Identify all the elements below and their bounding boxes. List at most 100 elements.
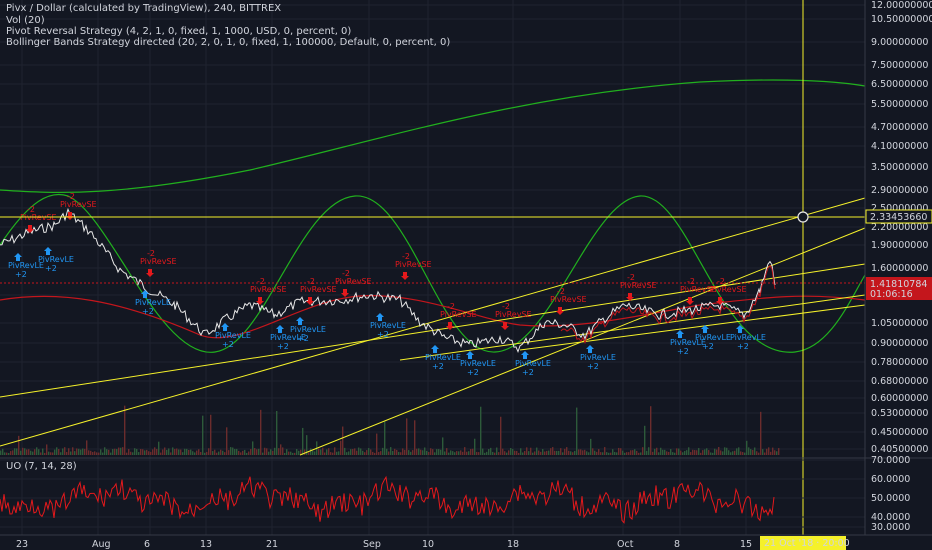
volume-bar	[542, 449, 544, 455]
volume-bar	[756, 451, 758, 455]
volume-bar	[322, 447, 324, 455]
volume-bar	[530, 447, 532, 455]
volume-bar	[158, 441, 160, 455]
volume-bar	[26, 449, 28, 455]
volume-bar	[64, 447, 66, 455]
volume-bar	[596, 451, 598, 455]
volume-bar	[712, 452, 714, 455]
volume-bar	[548, 450, 550, 455]
long-signal-label: PivRevLE	[38, 255, 74, 264]
volume-bar	[182, 452, 184, 455]
volume-bar	[164, 447, 166, 455]
volume-bar	[38, 449, 40, 455]
line-handle[interactable]	[797, 211, 809, 223]
osc-axis[interactable]: 70.000060.000050.000040.000030.0000	[871, 455, 910, 533]
volume-bar	[482, 448, 484, 455]
volume-bar	[198, 449, 200, 455]
volume-bar	[566, 447, 568, 455]
long-signal-label: PivRevLE	[290, 325, 326, 334]
volume-bar	[586, 451, 588, 455]
volume-bar	[748, 447, 750, 455]
volume-bar	[454, 452, 456, 455]
volume-bar	[312, 450, 314, 455]
price-axis[interactable]: 12.00000000 10.50000000 9.00000000 7.500000…	[871, 0, 932, 455]
chart-canvas[interactable]: PivRevLE+2PivRevLE+2PivRevLE+2PivRevLE+2…	[0, 0, 932, 550]
volume-bar	[138, 452, 140, 455]
volume-bar	[680, 450, 682, 455]
volume-bar	[126, 452, 128, 455]
long-signal-label: PivRevLE	[695, 333, 731, 342]
volume-bar	[12, 450, 14, 455]
long-signal-arrow	[676, 330, 684, 338]
long-signal-label: PivRevLE	[215, 331, 251, 340]
volume-bar	[330, 452, 332, 455]
price-tick: 0.45000000	[871, 427, 928, 438]
short-signal-label: PivRevSE	[60, 200, 97, 209]
bb-wave	[0, 193, 866, 353]
long-signal-value: +2	[467, 368, 479, 377]
volume-bar	[112, 449, 114, 455]
volume-bar	[770, 451, 772, 455]
pivot-strategy-legend[interactable]: Pivot Reversal Strategy (4, 2, 1, 0, fix…	[6, 26, 351, 37]
volume-bar	[698, 448, 700, 455]
volume-bar	[582, 450, 584, 455]
volume-bar	[324, 452, 326, 455]
price-tick: 4.10000000	[871, 141, 928, 152]
short-signal-value: -2	[402, 252, 410, 261]
price-tick: 2.20000000	[871, 222, 928, 233]
volume-bar	[508, 450, 510, 455]
volume-bar	[658, 452, 660, 455]
uo-legend[interactable]: UO (7, 14, 28)	[6, 461, 77, 472]
volume-bar	[462, 451, 464, 455]
short-signal-label: PivRevSE	[250, 285, 287, 294]
volume-bar	[766, 448, 768, 455]
volume-bar	[774, 450, 776, 455]
time-axis[interactable]: 23 Aug 6 13 21 Sep 10 18 Oct 8 15	[16, 539, 752, 550]
volume-bar	[350, 449, 352, 455]
volume-bar	[734, 450, 736, 455]
volume-bar	[536, 447, 538, 455]
volume-bar	[616, 452, 618, 455]
volume-bar	[266, 448, 268, 455]
volume-bar	[192, 451, 194, 455]
volume-bar	[488, 449, 490, 455]
short-signal-label: PivRevSE	[495, 310, 532, 319]
volume-bar	[426, 450, 428, 455]
short-signal-arrow	[341, 289, 349, 297]
volume-bar	[332, 452, 334, 455]
volume-bar	[224, 452, 226, 455]
volume-bar	[108, 449, 110, 455]
volume-bar	[80, 449, 82, 455]
volume-bar	[210, 414, 212, 455]
price-tick: 0.78000000	[871, 357, 928, 368]
volume-bar	[588, 452, 590, 455]
volume-bar	[760, 411, 762, 455]
volume-bar	[652, 451, 654, 455]
long-signal-value: +2	[277, 342, 289, 351]
volume-bar	[342, 426, 344, 455]
volume-legend[interactable]: Vol (20)	[6, 15, 45, 26]
volume-bar	[264, 447, 266, 455]
volume-bar	[14, 448, 16, 455]
volume-bar	[776, 451, 778, 455]
bb-strategy-legend[interactable]: Bollinger Bands Strategy directed (20, 2…	[6, 37, 450, 48]
price-tick: 12.00000000	[871, 0, 932, 11]
time-tick: 10	[422, 539, 434, 550]
volume-bar	[378, 452, 380, 455]
volume-bar	[308, 452, 310, 455]
volume-bar	[446, 448, 448, 455]
volume-bar	[732, 451, 734, 455]
price-tick: 2.90000000	[871, 185, 928, 196]
volume-bar	[36, 447, 38, 455]
time-tick: 21	[266, 539, 278, 550]
volume-bar	[670, 449, 672, 455]
osc-tick: 30.0000	[871, 522, 910, 533]
volume-bar	[590, 438, 592, 455]
volume-bar	[562, 452, 564, 455]
volume-bar	[274, 447, 276, 455]
volume-bar	[258, 448, 260, 455]
volume-bar	[364, 452, 366, 455]
volume-bar	[120, 447, 122, 455]
volume-bar	[676, 448, 678, 455]
long-signal-arrow	[44, 247, 52, 255]
